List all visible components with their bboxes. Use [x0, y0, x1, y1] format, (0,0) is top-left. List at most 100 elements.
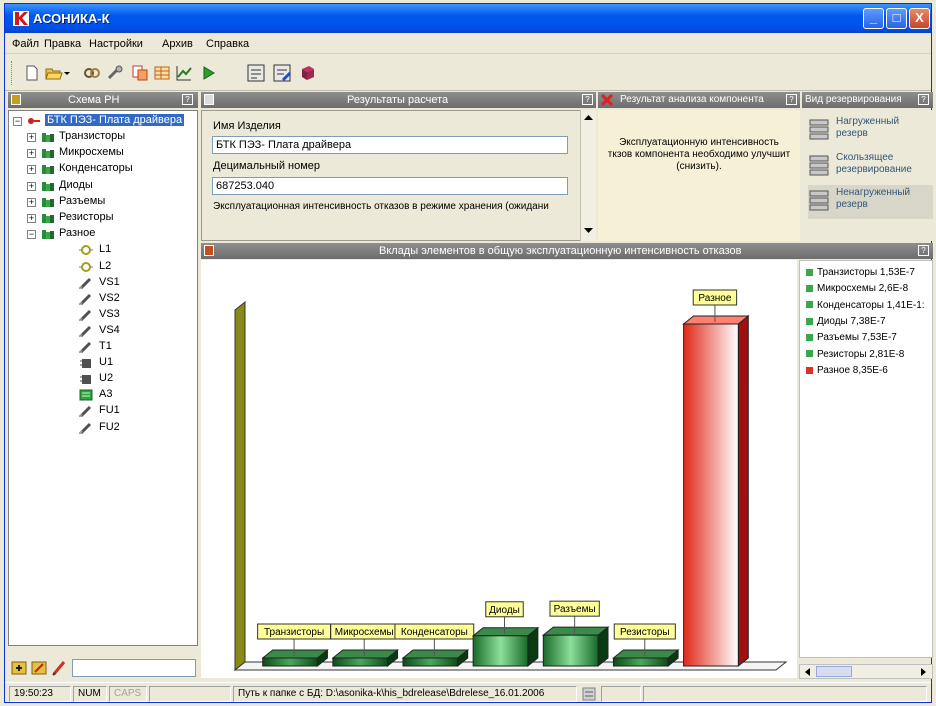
tree-root[interactable]: − БТК ПЭЗ- Плата драйвера: [11, 114, 196, 129]
scroll-right-icon[interactable]: [918, 667, 928, 677]
tree-leaf-item[interactable]: FU1: [59, 404, 179, 419]
menu-file[interactable]: Файл: [12, 38, 39, 50]
chip-icon: [80, 359, 91, 369]
help-icon[interactable]: ?: [786, 94, 797, 105]
tree-leaf-label: U1: [99, 356, 114, 369]
legend-swatch: [806, 317, 813, 325]
expand-icon[interactable]: +: [27, 214, 36, 223]
help-icon[interactable]: ?: [582, 94, 593, 105]
fuse-icon: [79, 422, 92, 434]
window-title: АСОНИКА-К: [33, 11, 110, 26]
panel-icon: [204, 94, 214, 105]
tree-group-item[interactable]: + Конденсаторы: [23, 162, 193, 177]
tree-group-item[interactable]: + Диоды: [23, 179, 193, 194]
copy-icon[interactable]: [131, 64, 149, 82]
expand-icon[interactable]: +: [27, 133, 36, 142]
help-icon[interactable]: ?: [918, 94, 929, 105]
play-icon[interactable]: [199, 64, 217, 82]
open-folder-icon[interactable]: [45, 64, 63, 82]
help-icon[interactable]: ?: [182, 94, 193, 105]
scroll-left-icon[interactable]: [803, 667, 813, 677]
menu-settings[interactable]: Настройки: [89, 38, 143, 50]
dropdown-arrow-icon[interactable]: [63, 64, 71, 82]
legend-swatch: [806, 334, 813, 342]
analysis-text-3: (снизить).: [676, 161, 722, 172]
tree-filter-input[interactable]: [72, 659, 196, 677]
status-time: 19:50:23: [9, 686, 71, 702]
results-panel-header: Результаты расчета ?: [201, 92, 596, 108]
tree-group-label: Микросхемы: [59, 146, 124, 159]
tree-leaf-item[interactable]: VS3: [59, 308, 179, 323]
tree-group-label: Конденсаторы: [59, 162, 133, 175]
tree-leaf-item[interactable]: U2: [59, 372, 179, 387]
minimize-button[interactable]: _: [863, 8, 884, 29]
close-button[interactable]: X: [909, 8, 930, 29]
tools-icon[interactable]: [106, 64, 124, 82]
tree-group-item[interactable]: + Микросхемы: [23, 146, 193, 161]
tree-leaf-item[interactable]: U1: [59, 356, 179, 371]
tree-leaf-item[interactable]: T1: [59, 340, 179, 355]
tree-group-item[interactable]: − Разное: [23, 227, 193, 242]
tree-group-item[interactable]: + Транзисторы: [23, 130, 193, 145]
reservation-unloaded[interactable]: Ненагруженный резерв: [808, 185, 933, 219]
decimal-number-field[interactable]: 687253.040: [212, 177, 568, 195]
title-bar[interactable]: АСОНИКА-К _ □ X: [5, 4, 931, 33]
book-icon[interactable]: [299, 64, 317, 82]
tree-group-label: Разное: [59, 227, 96, 240]
tree-leaf-label: L2: [99, 259, 112, 272]
analysis-panel-title: Результат анализа компонента: [620, 94, 764, 105]
tree-group-item[interactable]: + Резисторы: [23, 211, 193, 226]
maximize-button[interactable]: □: [886, 8, 907, 29]
chart-icon[interactable]: [175, 64, 193, 82]
new-file-icon[interactable]: [23, 64, 41, 82]
pencil-icon[interactable]: [50, 659, 68, 677]
add-item-icon[interactable]: [10, 659, 28, 677]
reservation-loaded[interactable]: Нагруженный резерв: [808, 114, 933, 148]
expand-icon[interactable]: +: [27, 149, 36, 159]
table-icon[interactable]: [153, 64, 171, 82]
legend-swatch: [806, 350, 813, 358]
tree-leaf-item[interactable]: FU2: [59, 421, 179, 436]
tree-leaf-item[interactable]: L1: [59, 243, 179, 258]
scroll-thumb[interactable]: [816, 666, 852, 677]
menu-help[interactable]: Справка: [206, 38, 249, 50]
collapse-icon[interactable]: −: [13, 117, 22, 126]
report-edit-icon[interactable]: [271, 62, 293, 84]
expand-icon[interactable]: +: [27, 197, 36, 207]
tree-leaf-item[interactable]: VS4: [59, 324, 179, 339]
help-icon[interactable]: ?: [918, 245, 929, 256]
bar-top: [471, 627, 540, 637]
link-icon[interactable]: [83, 64, 101, 82]
diode-icon: [79, 309, 92, 321]
menu-archive[interactable]: Архив: [162, 38, 193, 50]
bar-chart: Транзисторы Микросхемы Конденсаторы Диоды Ра…: [233, 289, 788, 672]
tree-leaf-item[interactable]: VS2: [59, 292, 179, 307]
bar-top: [261, 649, 329, 659]
scroll-down-icon[interactable]: [583, 225, 594, 236]
component-group-icon: [42, 181, 54, 191]
edit-item-icon[interactable]: [30, 659, 48, 677]
contribution-chart: Транзисторы Микросхемы Конденсаторы Диоды Ра…: [201, 260, 797, 678]
scroll-up-icon[interactable]: [583, 112, 594, 123]
settings-icon[interactable]: [582, 687, 596, 701]
product-name-field[interactable]: БТК ПЭЗ- Плата драйвера: [212, 136, 568, 154]
analysis-text-2: ткзов компонента необходимо улучшит: [607, 149, 791, 160]
expand-icon[interactable]: +: [27, 181, 36, 191]
expand-icon[interactable]: +: [27, 165, 36, 175]
tree-leaf-item[interactable]: L2: [59, 260, 179, 275]
reserve-stack-icon: [809, 155, 829, 176]
tree-leaf-label: VS3: [99, 307, 120, 320]
tree-leaf-item[interactable]: VS1: [59, 276, 179, 291]
report-icon[interactable]: [245, 62, 267, 84]
reservation-loaded-line2: резерв: [836, 128, 868, 139]
collapse-icon[interactable]: −: [27, 230, 36, 240]
toolbar-grip[interactable]: [11, 61, 14, 85]
bar-top: [612, 649, 680, 659]
component-group-icon: [42, 197, 54, 207]
tree-group-item[interactable]: + Разъемы: [23, 195, 193, 210]
menu-edit[interactable]: Правка: [44, 38, 81, 50]
results-scrollbar[interactable]: [580, 110, 596, 241]
legend-scrollbar[interactable]: [799, 664, 933, 679]
tree-leaf-item[interactable]: A3: [59, 388, 179, 403]
reservation-sliding[interactable]: Скользящее резервирование: [808, 150, 933, 184]
